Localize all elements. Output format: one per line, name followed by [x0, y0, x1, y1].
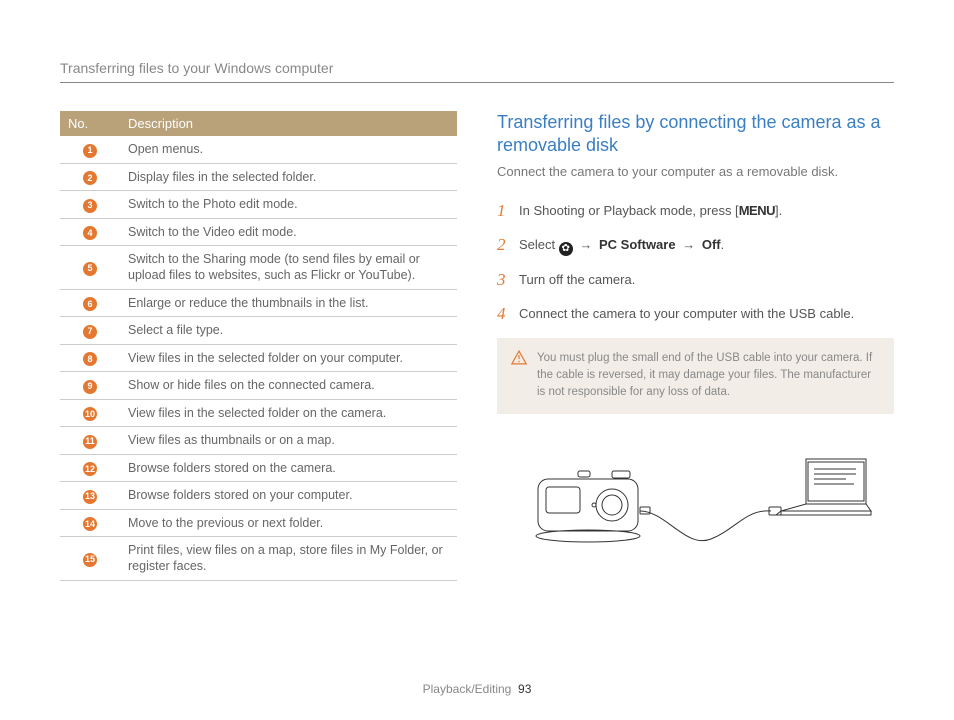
step-label: Select: [519, 237, 559, 252]
step-number: 3: [497, 270, 511, 290]
step-3: 3 Turn off the camera.: [497, 270, 894, 290]
menu-key: MENU: [739, 203, 775, 218]
table-row: 11 View files as thumbnails or on a map.: [60, 427, 457, 455]
row-desc: Switch to the Sharing mode (to send file…: [120, 246, 457, 290]
step-1: 1 In Shooting or Playback mode, press [M…: [497, 201, 894, 221]
table-row: 2 Display files in the selected folder.: [60, 163, 457, 191]
th-no: No.: [60, 111, 120, 136]
num-badge: 6: [83, 297, 97, 311]
camera-laptop-illustration: [497, 439, 894, 572]
table-row: 12 Browse folders stored on the camera.: [60, 454, 457, 482]
page-footer: Playback/Editing 93: [0, 682, 954, 696]
num-badge: 3: [83, 199, 97, 213]
num-badge: 15: [83, 553, 97, 567]
row-desc: View files in the selected folder on you…: [120, 344, 457, 372]
num-badge: 5: [83, 262, 97, 276]
table-row: 8 View files in the selected folder on yo…: [60, 344, 457, 372]
step-4: 4 Connect the camera to your computer wi…: [497, 304, 894, 324]
page-header-title: Transferring files to your Windows compu…: [60, 60, 894, 83]
row-desc: Select a file type.: [120, 317, 457, 345]
table-row: 4 Switch to the Video edit mode.: [60, 218, 457, 246]
num-badge: 7: [83, 325, 97, 339]
left-column: No. Description 1 Open menus. 2 Display fi…: [60, 111, 457, 581]
table-row: 10 View files in the selected folder on t…: [60, 399, 457, 427]
step-text: In Shooting or Playback mode, press [MEN…: [519, 201, 782, 220]
num-badge: 13: [83, 490, 97, 504]
table-row: 5 Switch to the Sharing mode (to send fil…: [60, 246, 457, 290]
table-row: 15 Print files, view files on a map, stor…: [60, 537, 457, 581]
table-row: 6 Enlarge or reduce the thumbnails in the…: [60, 289, 457, 317]
step-post: ].: [775, 203, 782, 218]
num-badge: 2: [83, 171, 97, 185]
section-intro: Connect the camera to your computer as a…: [497, 164, 894, 179]
arrow-icon: →: [679, 237, 698, 252]
row-desc: Open menus.: [120, 136, 457, 163]
option-pc-software: PC Software: [599, 237, 676, 252]
step-number: 4: [497, 304, 511, 324]
gear-icon: ✿: [559, 242, 573, 256]
warning-box: You must plug the small end of the USB c…: [497, 338, 894, 414]
num-badge: 1: [83, 144, 97, 158]
num-badge: 8: [83, 352, 97, 366]
row-desc: Display files in the selected folder.: [120, 163, 457, 191]
th-desc: Description: [120, 111, 457, 136]
table-row: 3 Switch to the Photo edit mode.: [60, 191, 457, 219]
row-desc: Enlarge or reduce the thumbnails in the …: [120, 289, 457, 317]
footer-section: Playback/Editing: [423, 682, 512, 696]
warning-icon: [511, 350, 527, 365]
num-badge: 4: [83, 226, 97, 240]
step-text: Connect the camera to your computer with…: [519, 304, 854, 323]
row-desc: Show or hide files on the connected came…: [120, 372, 457, 400]
row-desc: Switch to the Photo edit mode.: [120, 191, 457, 219]
step-text: Turn off the camera.: [519, 270, 635, 289]
num-badge: 12: [83, 462, 97, 476]
table-row: 13 Browse folders stored on your computer…: [60, 482, 457, 510]
num-badge: 9: [83, 380, 97, 394]
page-number: 93: [518, 682, 531, 696]
num-badge: 14: [83, 517, 97, 531]
row-desc: Switch to the Video edit mode.: [120, 218, 457, 246]
table-row: 1 Open menus.: [60, 136, 457, 163]
table-row: 14 Move to the previous or next folder.: [60, 509, 457, 537]
table-row: 7 Select a file type.: [60, 317, 457, 345]
right-column: Transferring files by connecting the cam…: [497, 111, 894, 581]
step-number: 2: [497, 235, 511, 255]
step-2: 2 Select ✿ → PC Software → Off.: [497, 235, 894, 256]
step-number: 1: [497, 201, 511, 221]
num-badge: 10: [83, 407, 97, 421]
step-text: Select ✿ → PC Software → Off.: [519, 235, 724, 256]
row-desc: View files as thumbnails or on a map.: [120, 427, 457, 455]
arrow-icon: →: [576, 237, 595, 252]
row-desc: Browse folders stored on your computer.: [120, 482, 457, 510]
num-badge: 11: [83, 435, 97, 449]
table-row: 9 Show or hide files on the connected cam…: [60, 372, 457, 400]
description-table: No. Description 1 Open menus. 2 Display fi…: [60, 111, 457, 581]
warning-text: You must plug the small end of the USB c…: [537, 350, 880, 402]
option-off: Off: [702, 237, 721, 252]
step-post: .: [721, 237, 725, 252]
section-heading: Transferring files by connecting the cam…: [497, 111, 894, 158]
row-desc: Browse folders stored on the camera.: [120, 454, 457, 482]
row-desc: Print files, view files on a map, store …: [120, 537, 457, 581]
row-desc: Move to the previous or next folder.: [120, 509, 457, 537]
row-desc: View files in the selected folder on the…: [120, 399, 457, 427]
step-pre: In Shooting or Playback mode, press [: [519, 203, 739, 218]
